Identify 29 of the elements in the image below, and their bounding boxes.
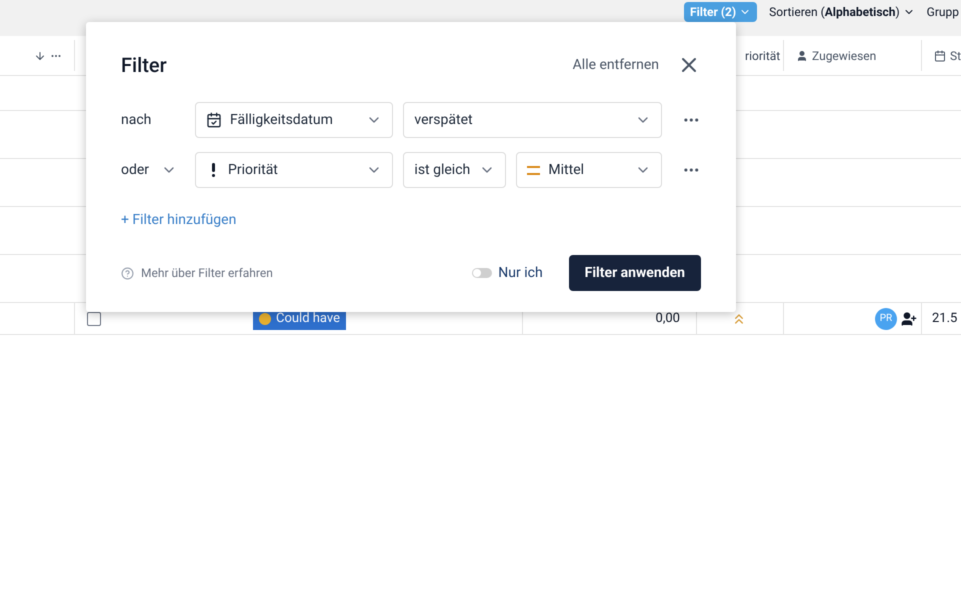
help-icon [121,266,134,280]
field-select[interactable]: Fälligkeitsdatum [195,102,394,138]
date-text: 21.5 [932,310,958,326]
value-select[interactable]: verspätet [403,102,662,138]
remove-all-link[interactable]: Alle entfernen [572,54,659,76]
value-select[interactable]: Mittel [516,152,662,188]
calendar-icon [206,112,222,128]
amount-text: 0,00 [656,310,680,328]
column-header[interactable]: riorität [745,46,780,64]
sort-arrow-icon[interactable] [34,50,46,62]
add-filter-link[interactable]: + Filter hinzufügen [121,210,236,231]
connector-label: nach [121,110,152,130]
calendar-icon [934,50,946,62]
exclamation-icon [211,163,215,177]
column-header[interactable]: St [950,46,961,64]
help-link[interactable]: Mehr über Filter erfahren [141,264,472,282]
user-icon [796,50,808,62]
field-select[interactable]: Priorität [195,152,394,188]
row-checkbox[interactable] [87,312,101,326]
dialog-title: Filter [121,52,167,79]
equals-icon [527,166,540,174]
operator-select[interactable]: ist gleich [403,152,506,188]
group-button[interactable]: Grupp [926,3,959,21]
connector-dropdown[interactable]: oder [121,160,178,180]
sort-button[interactable]: Sortieren (Alphabetisch) [769,3,915,21]
only-me-toggle[interactable]: Nur ich [472,262,543,284]
add-person-icon[interactable] [901,310,917,326]
apply-filter-button[interactable]: Filter anwenden [568,255,701,291]
column-header[interactable]: Zugewiesen [812,46,876,64]
